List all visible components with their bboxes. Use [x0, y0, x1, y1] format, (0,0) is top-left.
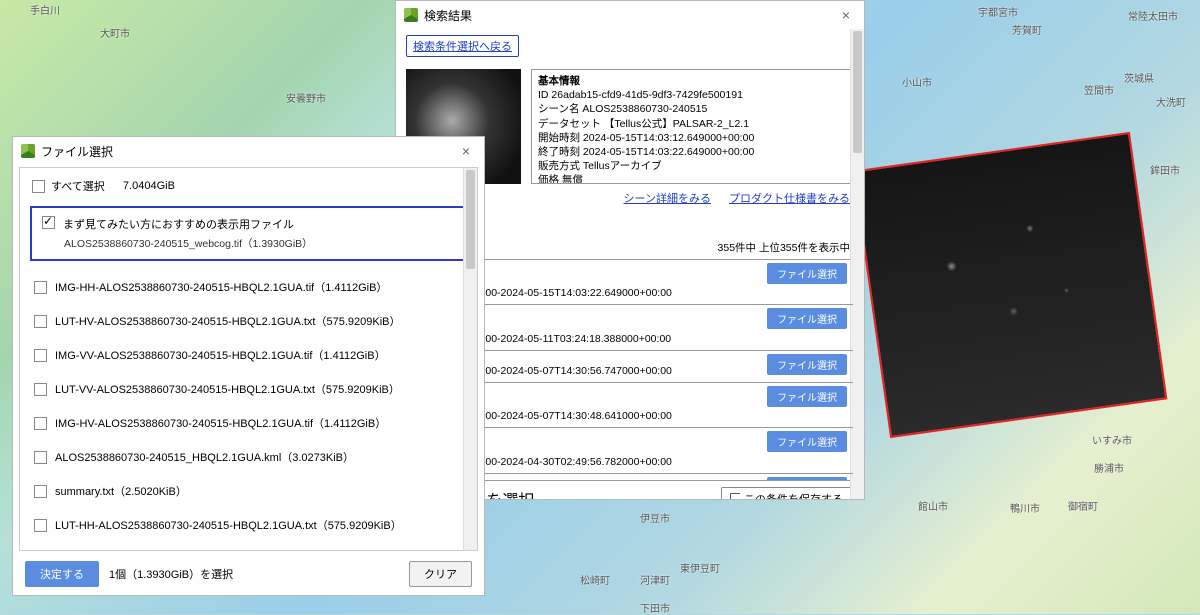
map-label: 勝浦市: [1094, 460, 1124, 475]
info-line: ID 26adab15-cfd9-41d5-9df3-7429fe500191: [538, 88, 847, 102]
file-checkbox[interactable]: [34, 451, 47, 464]
recommended-file-box: まず見てみたい方におすすめの表示用ファイル ALOS2538860730-240…: [30, 206, 467, 261]
recommended-title: まず見てみたい方におすすめの表示用ファイル: [63, 216, 294, 232]
map-label: 下田市: [640, 600, 670, 615]
scrollbar[interactable]: [463, 168, 477, 550]
map-label: 鉾田市: [1150, 162, 1180, 177]
map-label: 宇都宮市: [978, 4, 1018, 19]
info-header: 基本情報: [538, 74, 847, 88]
map-label: 河津町: [640, 572, 670, 587]
file-checkbox[interactable]: [34, 519, 47, 532]
window-title: ファイル選択: [41, 143, 450, 160]
titlebar[interactable]: ファイル選択 ×: [13, 137, 484, 165]
file-name: IMG-VV-ALOS2538860730-240515-HBQL2.1GUA.…: [55, 347, 386, 363]
info-line: 価格 無償: [538, 173, 847, 184]
file-checkbox[interactable]: [34, 383, 47, 396]
map-label: 小山市: [902, 74, 932, 89]
clear-button[interactable]: クリア: [409, 561, 472, 587]
file-select-button[interactable]: ファイル選択: [767, 263, 847, 284]
info-line: 販売方式 Tellusアーカイブ: [538, 159, 847, 173]
file-name: LUT-HV-ALOS2538860730-240515-HBQL2.1GUA.…: [55, 313, 400, 329]
map-label: 笠間市: [1084, 82, 1114, 97]
file-checkbox[interactable]: [34, 349, 47, 362]
recommended-filename: ALOS2538860730-240515_webcog.tif（1.3930G…: [64, 236, 455, 251]
map-label: 松崎町: [580, 572, 610, 587]
file-list-pane[interactable]: すべて選択 7.0404GiB まず見てみたい方におすすめの表示用ファイル AL…: [19, 167, 478, 551]
file-select-button[interactable]: ファイル選択: [767, 386, 847, 407]
info-line: 開始時刻 2024-05-15T14:03:12.649000+00:00: [538, 131, 847, 145]
map-label: 館山市: [918, 498, 948, 513]
map-label: 鴨川市: [1010, 500, 1040, 515]
file-name: summary.txt（2.5020KiB）: [55, 483, 187, 499]
file-row[interactable]: ALOS2538860730-240515_HBQL2.1GUA.kml（3.0…: [20, 449, 477, 465]
file-select-button[interactable]: ファイル選択: [767, 354, 847, 375]
map-label: 常陸太田市: [1128, 8, 1178, 23]
qgis-icon: [21, 144, 35, 158]
save-conditions-button[interactable]: この条件を保存する: [721, 487, 852, 499]
info-line: データセット 【Tellus公式】PALSAR-2_L2.1: [538, 117, 847, 131]
titlebar[interactable]: 検索結果 ×: [396, 1, 864, 29]
info-line: シーン名 ALOS2538860730-240515: [538, 102, 847, 116]
map-label: 安曇野市: [286, 90, 326, 105]
file-select-button[interactable]: ファイル選択: [767, 308, 847, 329]
file-checkbox[interactable]: [34, 417, 47, 430]
file-checkbox[interactable]: [34, 281, 47, 294]
file-name: LUT-VV-ALOS2538860730-240515-HBQL2.1GUA.…: [55, 381, 400, 397]
scene-detail-link[interactable]: シーン詳細をみる: [624, 190, 711, 206]
bookmark-icon: [730, 493, 740, 499]
map-label: 伊豆市: [640, 510, 670, 525]
map-label: 茨城県: [1124, 70, 1154, 85]
close-icon[interactable]: ×: [456, 141, 476, 161]
product-spec-link[interactable]: プロダクト仕様書をみる: [729, 190, 850, 206]
file-row[interactable]: LUT-HV-ALOS2538860730-240515-HBQL2.1GUA.…: [20, 313, 477, 329]
map-label: 芳賀町: [1012, 22, 1042, 37]
back-to-conditions-link[interactable]: 検索条件選択へ戻る: [406, 35, 519, 57]
file-checkbox[interactable]: [34, 485, 47, 498]
file-name: IMG-HV-ALOS2538860730-240515-HBQL2.1GUA.…: [55, 415, 386, 431]
map-label: 大町市: [100, 25, 130, 40]
info-line: 終了時刻 2024-05-15T14:03:22.649000+00:00: [538, 145, 847, 159]
qgis-icon: [404, 8, 418, 22]
close-icon[interactable]: ×: [836, 5, 856, 25]
file-checkbox[interactable]: [34, 315, 47, 328]
map-label: 東伊豆町: [680, 560, 720, 575]
map-label: 手白川: [30, 2, 60, 17]
file-name: ALOS2538860730-240515_HBQL2.1GUA.kml（3.0…: [55, 449, 354, 465]
select-all-label: すべて選択: [51, 178, 105, 194]
file-row[interactable]: IMG-VV-ALOS2538860730-240515-HBQL2.1GUA.…: [20, 347, 477, 363]
scene-footprint-overlay[interactable]: [853, 132, 1168, 438]
file-row[interactable]: LUT-VV-ALOS2538860730-240515-HBQL2.1GUA.…: [20, 381, 477, 397]
decide-button[interactable]: 決定する: [25, 561, 99, 587]
file-row[interactable]: LUT-HH-ALOS2538860730-240515-HBQL2.1GUA.…: [20, 517, 477, 533]
map-label: 御宿町: [1068, 498, 1098, 513]
select-all-checkbox[interactable]: [32, 180, 45, 193]
file-name: IMG-HH-ALOS2538860730-240515-HBQL2.1GUA.…: [55, 279, 387, 295]
map-label: 大洗町: [1156, 94, 1186, 109]
file-row[interactable]: summary.txt（2.5020KiB）: [20, 483, 477, 499]
window-title: 検索結果: [424, 7, 830, 24]
file-row[interactable]: IMG-HH-ALOS2538860730-240515-HBQL2.1GUA.…: [20, 279, 477, 295]
file-select-window: ファイル選択 × すべて選択 7.0404GiB まず見てみたい方におすすめの表…: [12, 136, 485, 596]
file-row[interactable]: IMG-HV-ALOS2538860730-240515-HBQL2.1GUA.…: [20, 415, 477, 431]
scene-info-box[interactable]: 基本情報 ID 26adab15-cfd9-41d5-9df3-7429fe50…: [531, 69, 854, 184]
total-size-label: 7.0404GiB: [123, 180, 175, 192]
map-label: いすみ市: [1092, 432, 1132, 447]
recommended-checkbox[interactable]: [42, 216, 55, 229]
file-name: LUT-HH-ALOS2538860730-240515-HBQL2.1GUA.…: [55, 517, 402, 533]
selection-summary: 1個（1.3930GiB）を選択: [109, 566, 233, 582]
file-select-button[interactable]: ファイル選択: [767, 431, 847, 452]
